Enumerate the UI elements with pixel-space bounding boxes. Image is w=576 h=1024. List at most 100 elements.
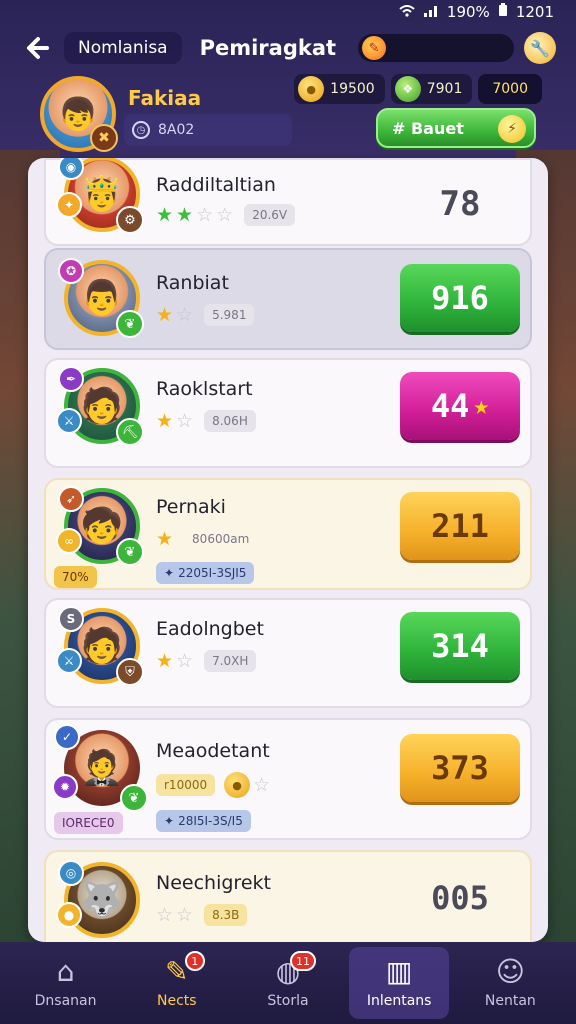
tab-label: Storla (267, 993, 309, 1009)
player-stat: 8.3B (204, 904, 248, 926)
score-value: 314 (431, 627, 489, 665)
progress-badge-value: 70% (62, 570, 89, 584)
tab-label: Nentan (484, 993, 536, 1009)
player-stars: r10000 ● ☆ (156, 772, 270, 798)
coins-counter[interactable]: ● 19500 (294, 74, 385, 104)
star-icon: ☆ (216, 204, 234, 226)
level-badge: IORECE0 (54, 812, 123, 834)
profile-avatar[interactable]: 👦 ✖ (40, 76, 118, 152)
star-icon: ☆ (176, 904, 194, 926)
player-avatar[interactable]: 🤴 ◉ ✦ ⚙ (56, 158, 144, 234)
shield-icon: ⛨ (116, 658, 144, 686)
leaderboard-list[interactable]: 🤴 ◉ ✦ ⚙ Raddiltaltian ★ ★ ☆ ☆ 20.6V 78 👨… (28, 158, 548, 942)
player-name: Ranbiat (156, 272, 229, 294)
gem-icon: ❖ (394, 76, 421, 102)
player-avatar[interactable]: 🧒 ➶ ∞ ❦ (56, 486, 144, 566)
profile-header: 👦 ✖ Fakiaa ◷ 8A02 ● 19500 ❖ 7901 7000 # … (0, 74, 576, 154)
player-row-4[interactable]: 🧒 ➶ ∞ ❦ 70% Pernaki ★ 80600am ✦ 2205I-3S… (44, 478, 532, 590)
star-icon: ☆ (253, 774, 271, 796)
sword-icon: ⚔ (56, 408, 82, 434)
score-button[interactable]: 373 (400, 734, 520, 802)
points-value: 7000 (492, 81, 528, 97)
avatar-face-icon: 🐺 (80, 880, 124, 920)
player-tag-value: 28I5I-3S/I5 (178, 814, 243, 828)
eye-icon: ◎ (58, 860, 84, 886)
spark-icon: ✦ (56, 192, 82, 218)
avatar-face-icon: 👦 (58, 95, 98, 133)
score-button[interactable]: 916 (400, 264, 520, 332)
points-counter[interactable]: 7000 (478, 74, 542, 104)
back-button[interactable] (20, 31, 54, 65)
player-stat: r10000 (156, 774, 216, 796)
profile-code[interactable]: ◷ 8A02 (124, 114, 292, 146)
player-row-1[interactable]: 🤴 ◉ ✦ ⚙ Raddiltaltian ★ ★ ☆ ☆ 20.6V 78 (44, 158, 532, 246)
clock-icon: ◷ (132, 121, 150, 139)
progress-badge: 70% (54, 566, 97, 588)
level-badge-value: IORECE0 (62, 816, 115, 830)
tools-badge-icon: ✖ (90, 124, 118, 152)
notification-badge: 11 (289, 951, 316, 971)
tab-store[interactable]: ◍ 11 Storla (238, 947, 338, 1019)
player-name: Raoklstart (156, 378, 253, 400)
player-name: Meaodetant (156, 740, 270, 762)
tab-inventory[interactable]: ▥ Inlentans (349, 947, 450, 1019)
player-name: Pernaki (156, 496, 226, 518)
rank-s-icon: S (58, 606, 84, 632)
player-avatar[interactable]: 🐺 ◎ ● (56, 860, 140, 938)
player-avatar[interactable]: 🤵 ✓ ✹ ❦ (52, 724, 148, 812)
player-avatar[interactable]: 🧑 S ⚔ ⛨ (56, 606, 144, 686)
signal-icon (423, 3, 439, 21)
player-stat: 5.981 (204, 304, 255, 326)
player-row-2[interactable]: 👨 ✪ ❦ Ranbiat ★ ☆ 5.981 916 (44, 248, 532, 350)
wifi-icon (399, 3, 415, 21)
tab-label: Nects (156, 993, 197, 1009)
leaf-icon: ❦ (120, 784, 148, 812)
tab-news[interactable]: ✎ 1 Nects (127, 947, 227, 1019)
player-avatar[interactable]: 👨 ✪ ❦ (58, 258, 144, 338)
player-row-5[interactable]: 🧑 S ⚔ ⛨ Eadolngbet ★ ☆ 7.0XH 314 (44, 598, 532, 708)
back-arrow-icon (27, 37, 49, 59)
score-button[interactable]: 005 (400, 864, 520, 932)
grid-icon: ▥ (385, 955, 413, 988)
profile-code-value: 8A02 (158, 122, 195, 138)
player-avatar[interactable]: 🧑 ✒ ⚔ ⛏ (56, 366, 144, 446)
star-icon: ★ (156, 650, 174, 672)
page-title: Pemiragkat (199, 36, 337, 60)
boost-button[interactable]: # Bauet ⚡ (376, 108, 536, 148)
player-row-6[interactable]: 🤵 ✓ ✹ ❦ IORECE0 Meaodetant r10000 ● ☆ ✦ … (44, 718, 532, 840)
check-icon: ✓ (54, 724, 80, 750)
tag-icon: ✦ (164, 566, 175, 580)
leaf-icon: ❦ (116, 310, 144, 338)
star-icon: ☆ (196, 204, 214, 226)
player-stars: ☆ ☆ 8.3B (156, 904, 248, 926)
search-bar[interactable]: ✎ (358, 34, 514, 62)
wrench-icon: 🔧 (530, 38, 550, 58)
player-stat: 8.06H (204, 410, 256, 432)
nav-breadcrumb[interactable]: Nomlanisa (64, 32, 182, 64)
score-button[interactable]: 44 ★ (400, 372, 520, 440)
tab-label: Inlentans (366, 993, 432, 1009)
player-stars: ★ 80600am (156, 528, 257, 550)
star-icon: ☆ (176, 410, 194, 432)
arrow-icon: ➶ (58, 486, 84, 512)
player-row-3[interactable]: 🧑 ✒ ⚔ ⛏ Raoklstart ★ ☆ 8.06H 44 ★ (44, 358, 532, 468)
score-value: 005 (431, 879, 489, 917)
score-button[interactable]: 78 (400, 170, 520, 238)
player-stat: 7.0XH (204, 650, 257, 672)
avatar-face-icon: 👨 (80, 278, 124, 318)
settings-button[interactable]: 🔧 (524, 32, 556, 64)
player-tag-value: 2205I-3SJI5 (178, 566, 247, 580)
gems-counter[interactable]: ❖ 7901 (390, 74, 473, 104)
score-button[interactable]: 314 (400, 612, 520, 680)
currency-row: ● 19500 ❖ 7901 7000 (294, 74, 542, 104)
player-name: Neechigrekt (156, 872, 271, 894)
star-icon: ★ (473, 391, 490, 421)
tab-home[interactable]: ⌂ Dnsanan (16, 947, 116, 1019)
tab-profile[interactable]: ☺ Nentan (460, 947, 560, 1019)
star-icon: ☆ (176, 650, 194, 672)
coin-icon: ● (298, 76, 325, 102)
player-row-7[interactable]: 🐺 ◎ ● Neechigrekt ☆ ☆ 8.3B 005 (44, 850, 532, 942)
status-bar: 190% 1201 (0, 0, 576, 24)
score-button[interactable]: 211 (400, 492, 520, 560)
avatar-face-icon: 🧑 (80, 626, 124, 666)
